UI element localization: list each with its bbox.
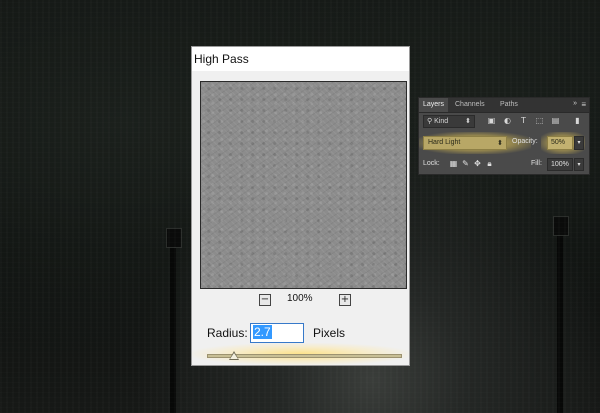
lock-all-icon[interactable]: 🔒︎ — [485, 159, 494, 169]
lock-transparent-pixels-icon[interactable]: ▦ — [449, 159, 458, 169]
fill-dropdown-icon[interactable]: ▾ — [574, 158, 584, 171]
lamp-head-right — [553, 216, 569, 236]
opacity-input[interactable]: 50% — [547, 136, 573, 150]
panel-menu-icon[interactable]: ≡ — [581, 100, 586, 109]
blend-mode-label: Hard Light — [428, 139, 461, 146]
radius-slider-thumb[interactable] — [229, 351, 240, 360]
radius-input[interactable]: 2.7 — [250, 323, 304, 343]
blend-row: Hard Light ⬍ Opacity: 50% ▾ — [419, 132, 587, 154]
zoom-in-button[interactable]: + — [339, 294, 351, 306]
fill-input[interactable]: 100% — [547, 158, 573, 171]
lock-position-icon[interactable]: ✥ — [473, 159, 482, 169]
search-icon: ⚲ — [427, 117, 433, 125]
layers-panel: Layers Channels Paths » ≡ ⚲ Kind ⬍ ▣ ◐ T… — [418, 97, 590, 175]
kind-arrow-icon: ⬍ — [465, 117, 471, 125]
radius-value: 2.7 — [253, 325, 272, 339]
filter-row: ⚲ Kind ⬍ ▣ ◐ T ⬚ ▤ ▮ — [423, 115, 587, 129]
opacity-dropdown-icon[interactable]: ▾ — [574, 136, 584, 150]
fill-label: Fill: — [531, 160, 542, 167]
radius-unit: Pixels — [313, 326, 346, 340]
zoom-out-button[interactable]: − — [259, 294, 271, 306]
filter-toggle-icon[interactable]: ▮ — [573, 116, 582, 126]
lock-image-pixels-icon[interactable]: ✎ — [461, 159, 470, 169]
pixel-layer-filter-icon[interactable]: ▣ — [487, 116, 496, 126]
shape-layer-filter-icon[interactable]: ⬚ — [535, 116, 544, 126]
adjustment-layer-filter-icon[interactable]: ◐ — [503, 116, 512, 126]
tab-paths[interactable]: Paths — [496, 98, 522, 112]
filter-preview[interactable] — [200, 81, 407, 289]
kind-dropdown[interactable]: ⚲ Kind ⬍ — [423, 115, 475, 128]
panel-tabs: Layers Channels Paths » ≡ — [419, 98, 589, 113]
dialog-title: High Pass — [192, 47, 409, 71]
opacity-label: Opacity: — [512, 138, 538, 145]
radius-label: Radius: — [207, 326, 248, 340]
kind-label: Kind — [434, 118, 449, 125]
type-layer-filter-icon[interactable]: T — [519, 116, 528, 126]
double-chevron-icon[interactable]: » — [573, 100, 577, 107]
tab-layers[interactable]: Layers — [419, 98, 449, 112]
zoom-level: 100% — [287, 293, 313, 304]
lamp-post-right — [557, 232, 563, 413]
lamp-head-left — [166, 228, 182, 248]
blend-mode-arrow-icon: ⬍ — [497, 139, 503, 147]
tab-channels[interactable]: Channels — [451, 98, 489, 112]
lock-label: Lock: — [423, 160, 440, 167]
lamp-post-left — [170, 240, 176, 413]
radius-row: Radius: 2.7 Pixels — [192, 322, 409, 344]
high-pass-dialog: High Pass − 100% + Radius: 2.7 Pixels — [191, 46, 410, 366]
smart-object-filter-icon[interactable]: ▤ — [551, 116, 560, 126]
blend-mode-dropdown[interactable]: Hard Light ⬍ — [423, 136, 507, 150]
zoom-controls: − 100% + — [192, 293, 409, 307]
lock-row: Lock: ▦ ✎ ✥ 🔒︎ Fill: 100% ▾ — [423, 158, 587, 172]
